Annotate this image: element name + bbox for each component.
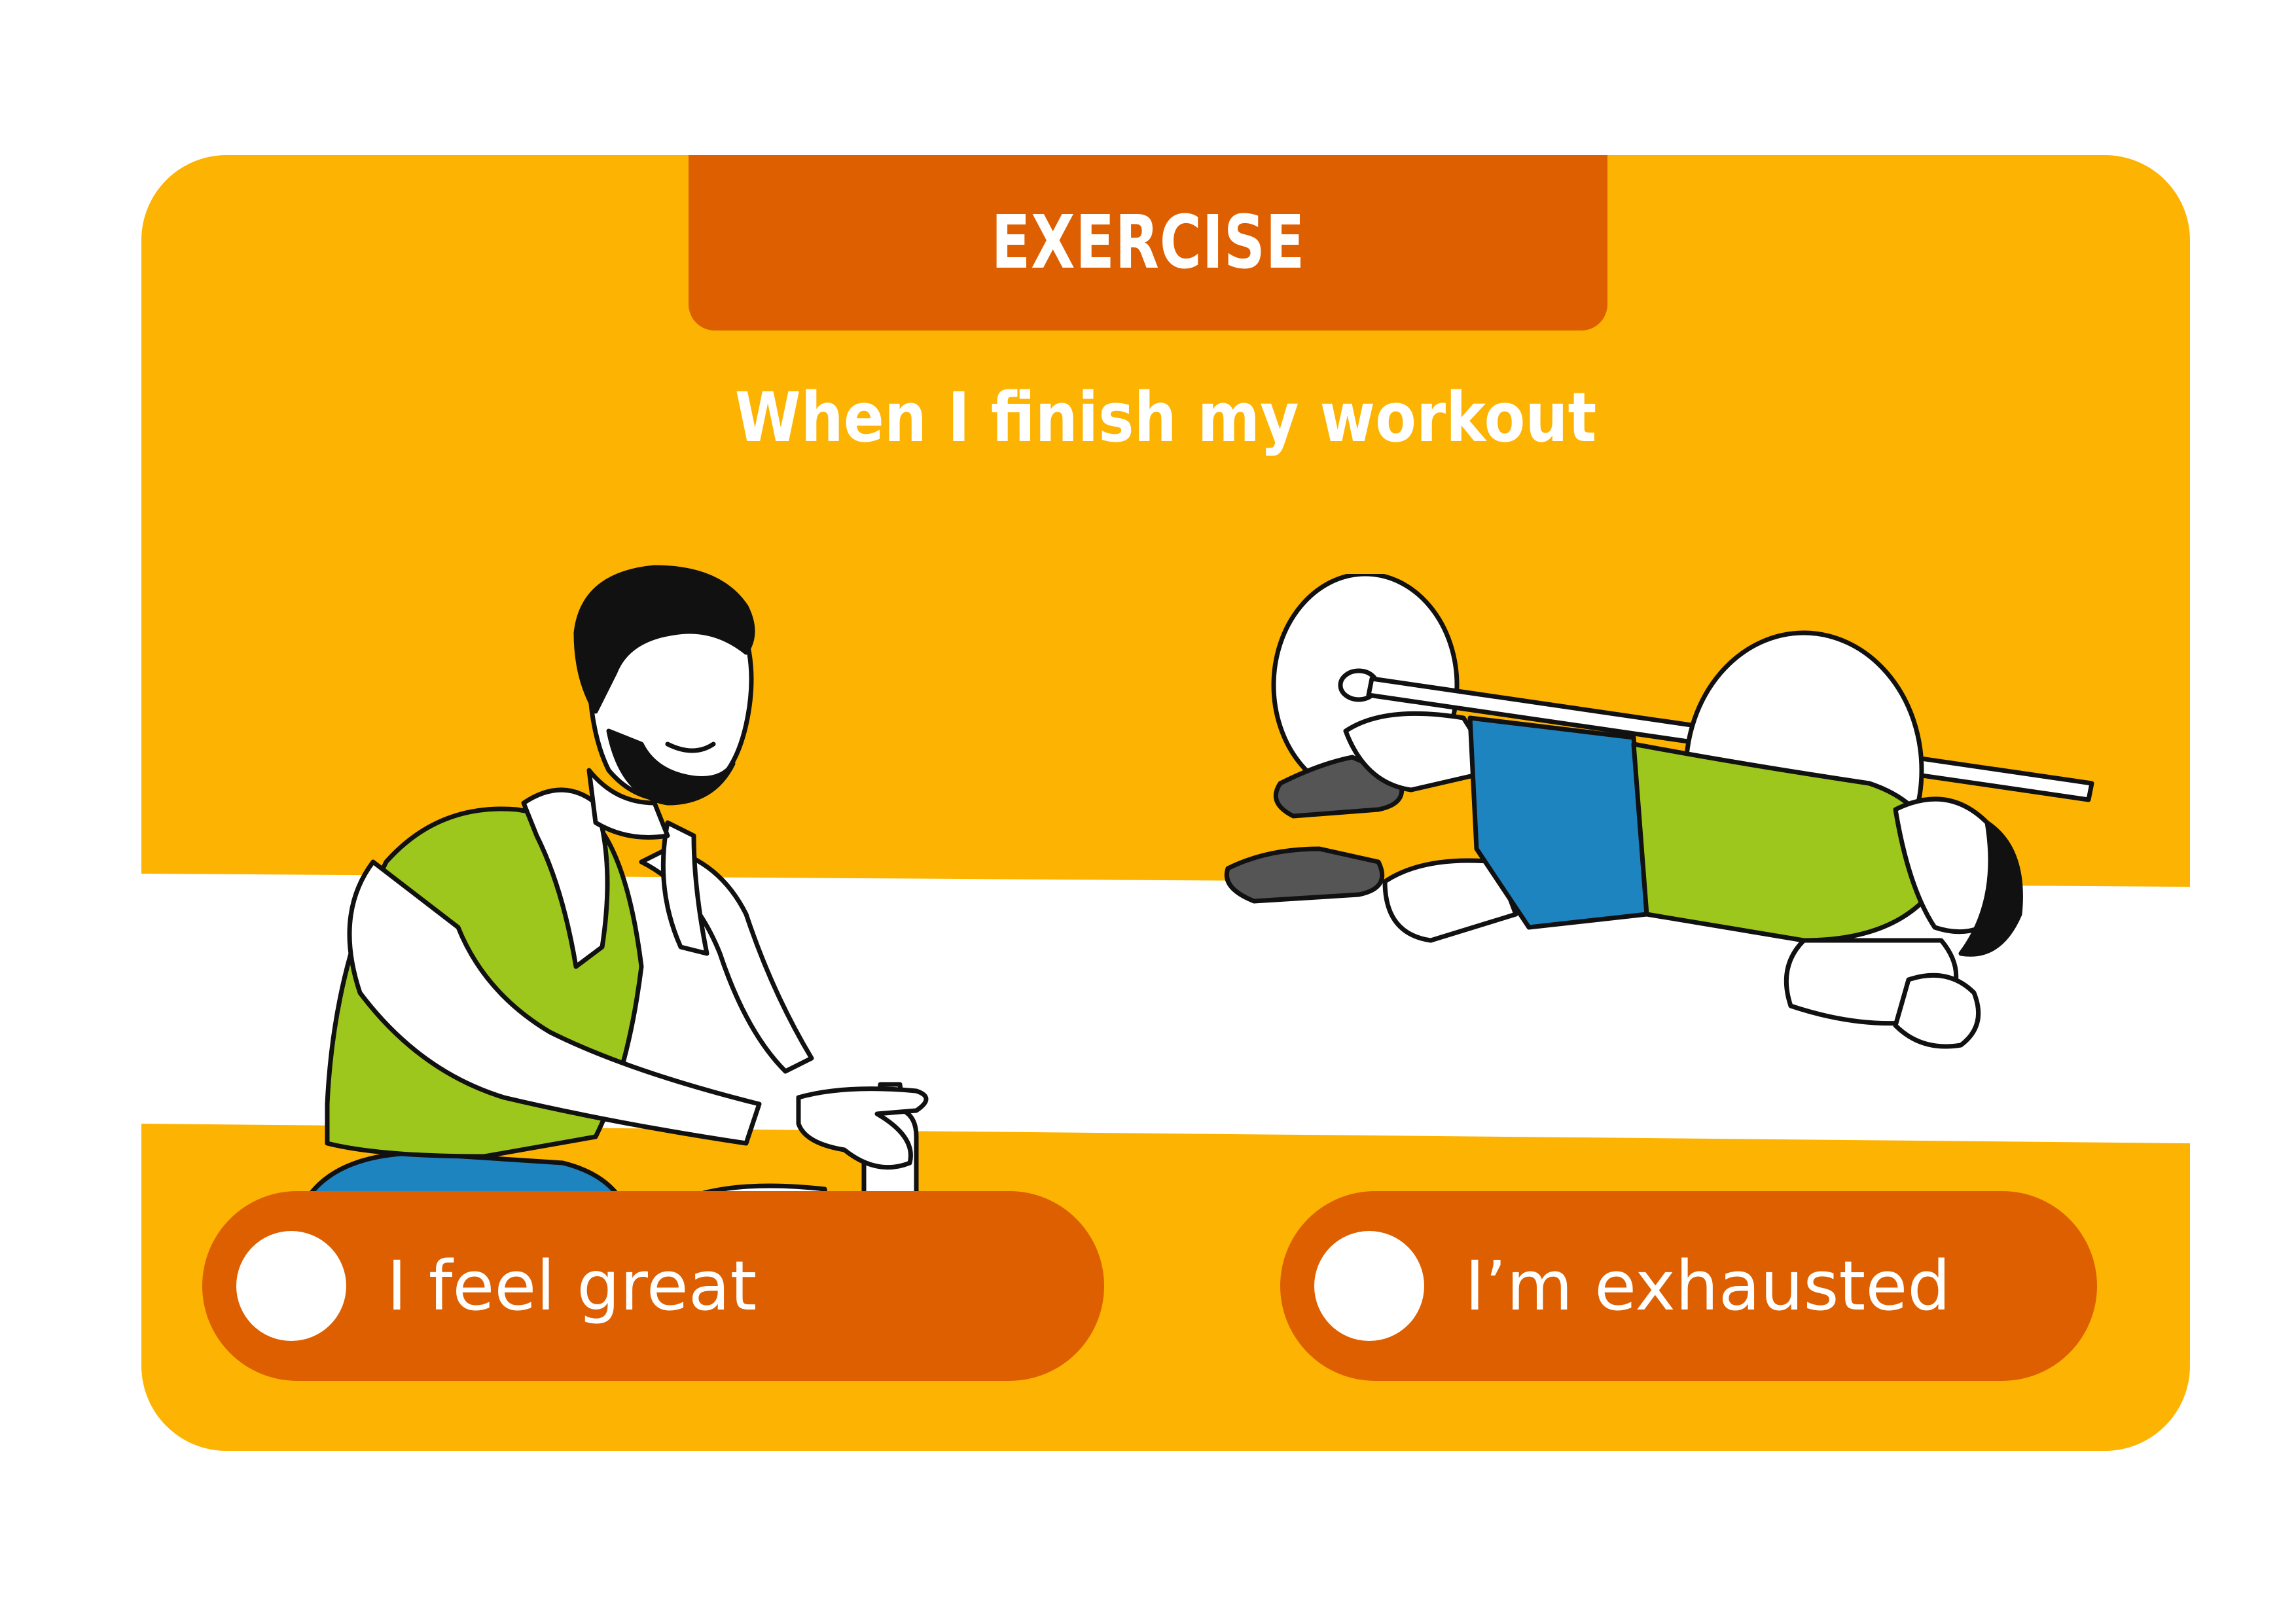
radio-circle-exhausted[interactable] [1314,1231,1424,1341]
radio-circle-feel-great[interactable] [236,1231,346,1341]
option-label-exhausted: I’m exhausted [1465,1246,1951,1326]
option-label-feel-great: I feel great [387,1246,757,1326]
header-tab: EXERCISE [689,155,1607,330]
option-exhausted[interactable]: I’m exhausted [1280,1191,2097,1381]
header-title: EXERCISE [991,200,1305,285]
exercise-card: EXERCISE When I finish my workout I feel… [141,155,2190,1451]
option-feel-great[interactable]: I feel great [202,1191,1104,1381]
question-text: When I finish my workout [734,378,1597,457]
